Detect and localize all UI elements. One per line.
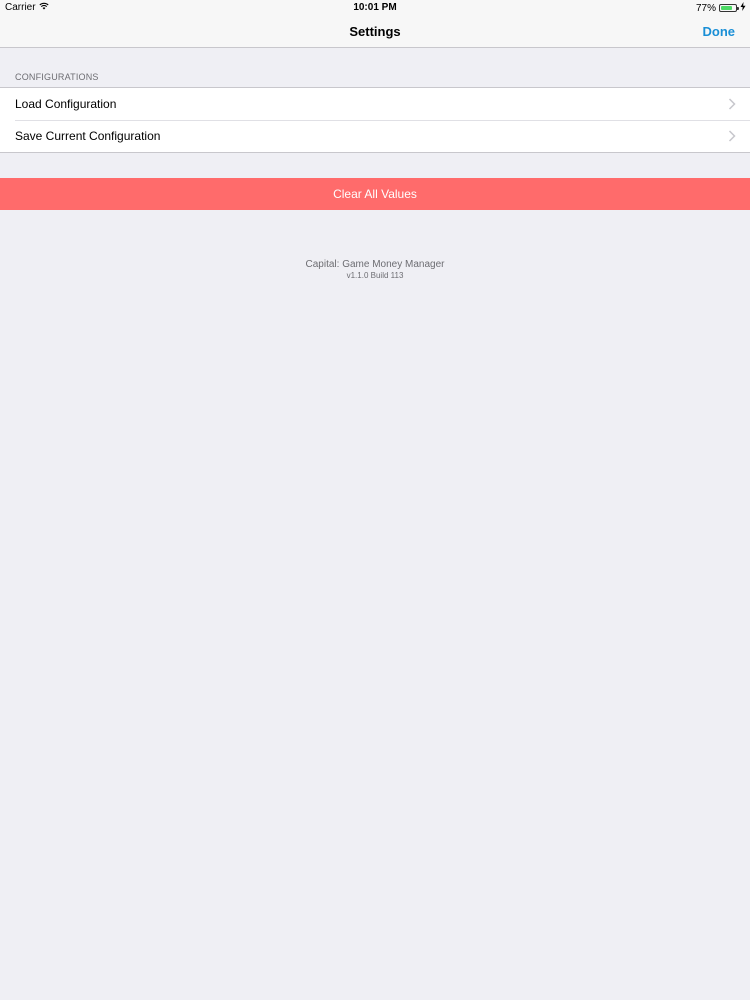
status-bar: Carrier 10:01 PM 77% — [0, 0, 750, 16]
app-name: Capital: Game Money Manager — [305, 259, 445, 270]
done-button[interactable]: Done — [703, 24, 736, 39]
save-current-configuration-row[interactable]: Save Current Configuration — [0, 120, 750, 152]
chevron-right-icon — [728, 130, 736, 142]
chevron-right-icon — [728, 98, 736, 110]
load-configuration-row[interactable]: Load Configuration — [0, 88, 750, 120]
row-label: Save Current Configuration — [15, 129, 161, 143]
section-header-configurations: CONFIGURATIONS — [15, 72, 99, 82]
battery-percent: 77% — [695, 2, 716, 14]
navigation-bar: Settings Done — [0, 16, 750, 48]
app-info-footer: Capital: Game Money Manager v1.1.0 Build… — [0, 259, 750, 280]
page-title: Settings — [349, 24, 401, 39]
clear-all-values-button[interactable]: Clear All Values — [0, 178, 750, 210]
charging-icon — [740, 2, 746, 14]
battery-group: 77% — [696, 2, 746, 14]
battery-fill — [721, 6, 732, 10]
status-time: 10:01 PM — [353, 2, 397, 13]
app-version: v1.1.0 Build 113 — [346, 271, 404, 280]
configurations-list: Load Configuration Save Current Configur… — [0, 87, 750, 153]
row-label: Load Configuration — [15, 97, 117, 111]
battery-icon — [719, 4, 739, 12]
